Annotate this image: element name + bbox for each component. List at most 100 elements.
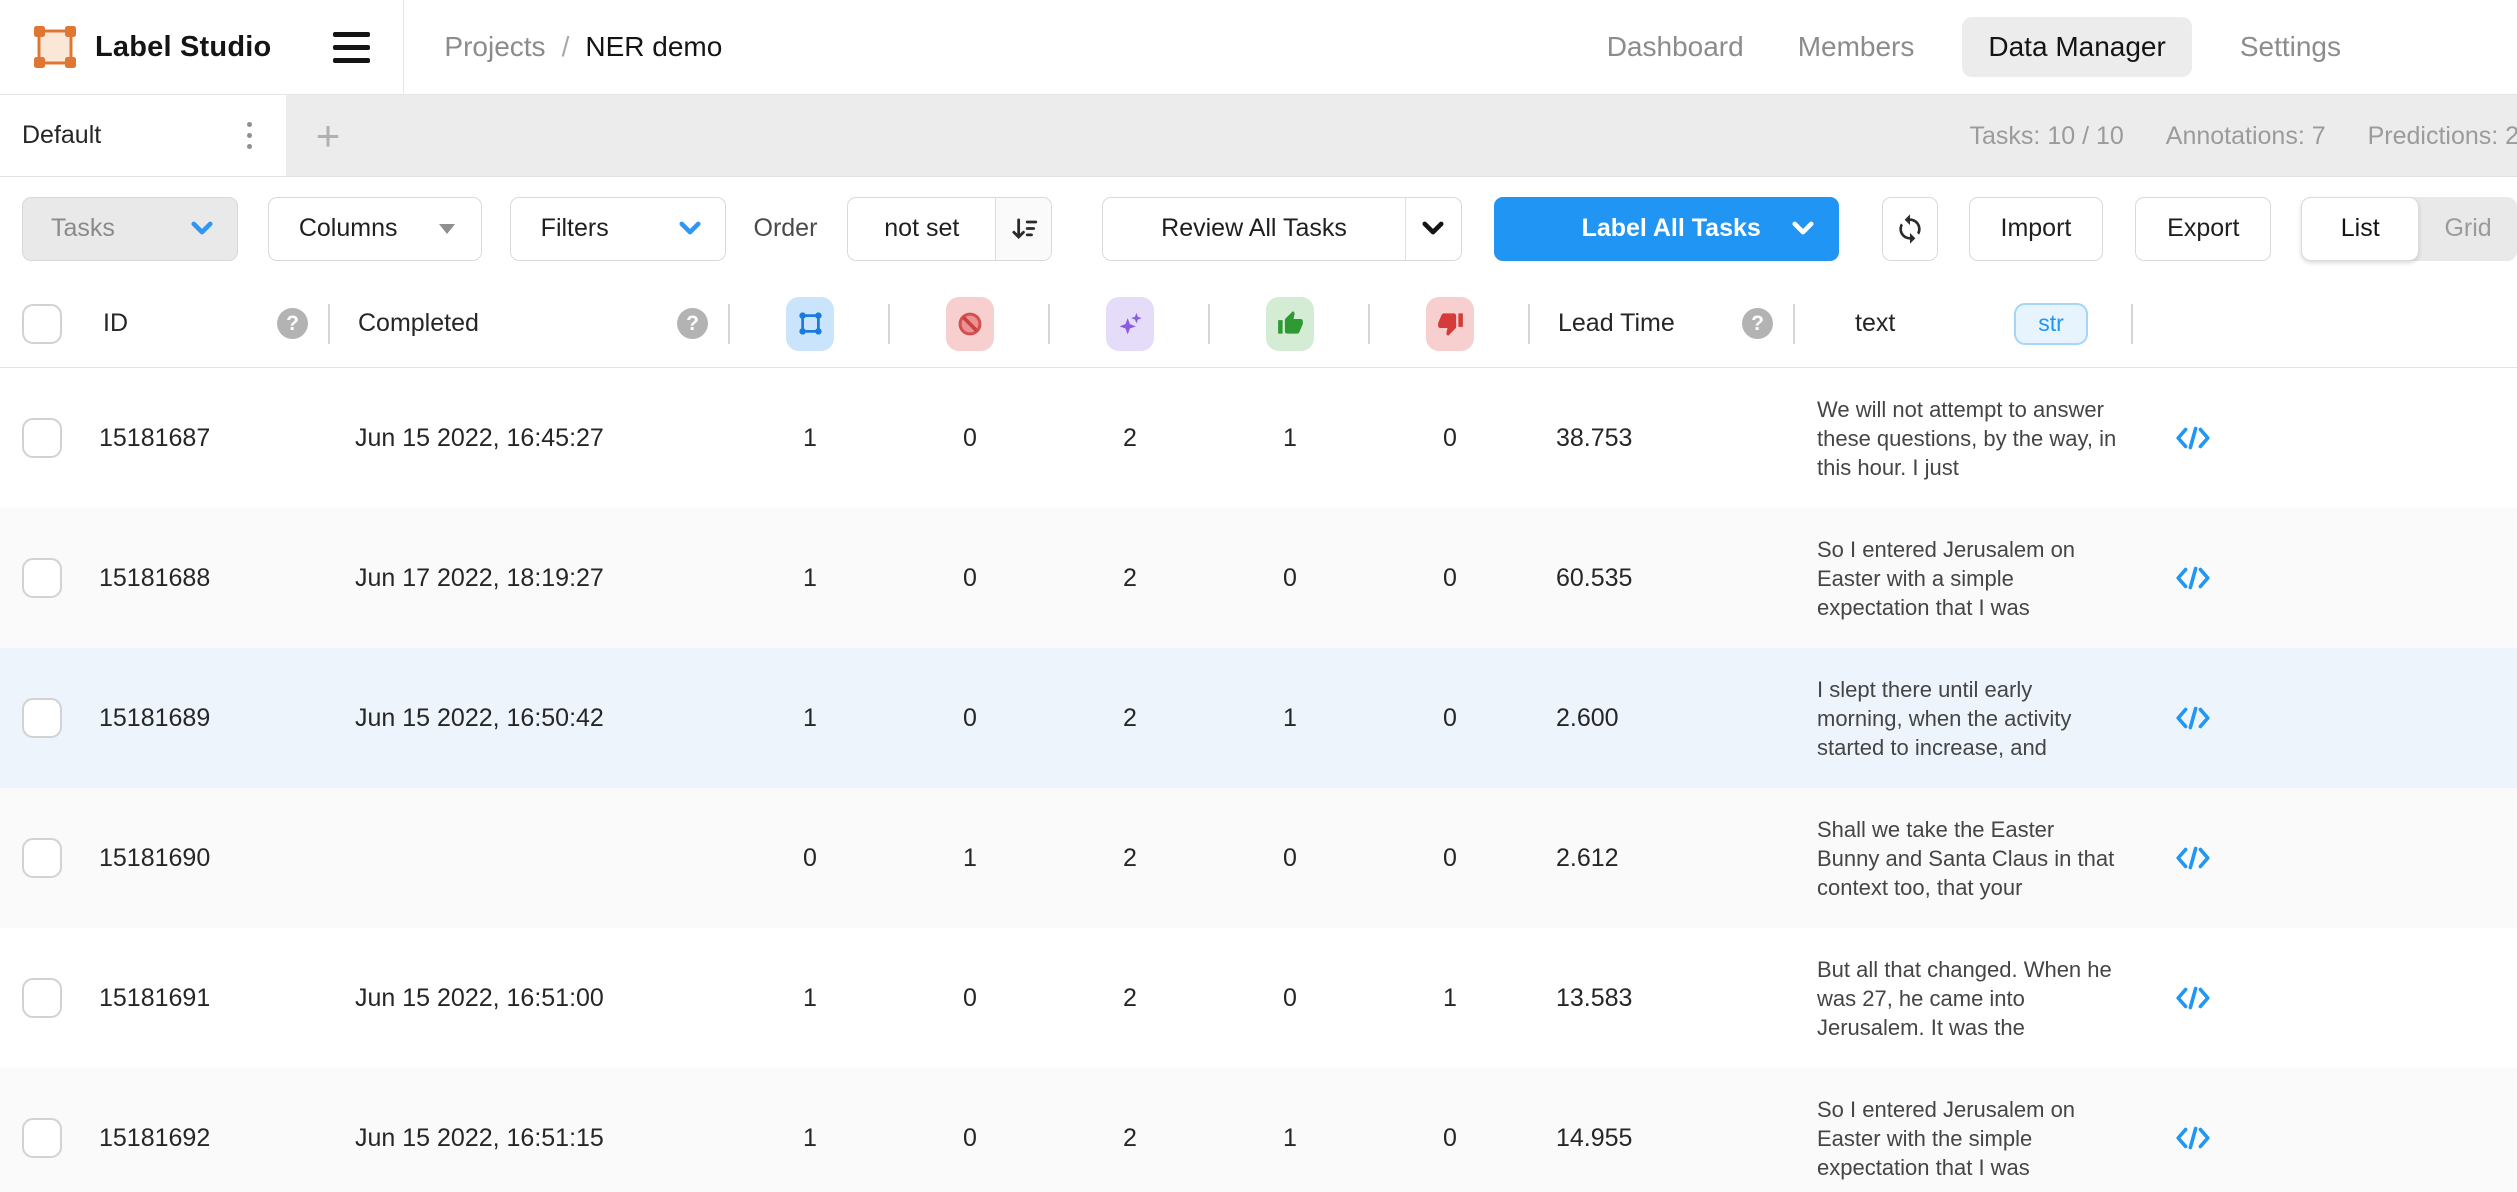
code-icon[interactable] bbox=[2175, 985, 2211, 1011]
nav-item-data-manager[interactable]: Data Manager bbox=[1962, 17, 2191, 77]
annotations-count: 1 bbox=[730, 928, 890, 1068]
breadcrumb-separator: / bbox=[562, 31, 570, 63]
view-toggle-grid[interactable]: Grid bbox=[2419, 214, 2517, 243]
predictions-count: 2 bbox=[1050, 928, 1210, 1068]
rejected-count: 0 bbox=[1370, 648, 1530, 788]
add-tab-button[interactable]: + bbox=[286, 95, 370, 176]
header-column-cancelled[interactable] bbox=[890, 280, 1050, 367]
annotations-count: 1 bbox=[730, 508, 890, 648]
tab-bar: Default + Tasks: 10 / 10 Annotations: 7 … bbox=[0, 95, 2517, 177]
task-id: 15181687 bbox=[75, 368, 330, 508]
cancelled-count: 1 bbox=[890, 788, 1050, 928]
view-toggle-list[interactable]: List bbox=[2301, 197, 2419, 261]
tasks-dropdown-button[interactable]: Tasks bbox=[22, 197, 238, 261]
sparkles-icon bbox=[1106, 297, 1154, 351]
triangle-down-icon bbox=[439, 224, 455, 234]
row-checkbox[interactable] bbox=[22, 698, 62, 738]
nav-item-members[interactable]: Members bbox=[1792, 17, 1921, 77]
select-all-checkbox[interactable] bbox=[22, 304, 62, 344]
header-column-predictions[interactable] bbox=[1050, 280, 1210, 367]
task-id: 15181691 bbox=[75, 928, 330, 1068]
label-all-tasks-button[interactable]: Label All Tasks bbox=[1494, 197, 1839, 261]
code-icon[interactable] bbox=[2175, 425, 2211, 451]
column-id-label: ID bbox=[103, 309, 128, 338]
code-icon[interactable] bbox=[2175, 845, 2211, 871]
export-label: Export bbox=[2167, 214, 2239, 243]
help-icon[interactable]: ? bbox=[277, 308, 308, 339]
chevron-down-icon bbox=[1792, 221, 1814, 236]
export-button[interactable]: Export bbox=[2135, 197, 2271, 261]
header-column-rejected[interactable] bbox=[1370, 280, 1530, 367]
text-snippet: Shall we take the Easter Bunny and Santa… bbox=[1817, 815, 2119, 902]
thumbs-down-icon bbox=[1426, 297, 1474, 351]
table-row[interactable]: 15181688 Jun 17 2022, 18:19:27 1 0 2 0 0… bbox=[0, 508, 2517, 648]
row-checkbox[interactable] bbox=[22, 418, 62, 458]
tab-default[interactable]: Default bbox=[0, 95, 286, 176]
header-select-all bbox=[0, 280, 75, 367]
columns-dropdown-button[interactable]: Columns bbox=[268, 197, 482, 261]
review-dropdown-toggle[interactable] bbox=[1405, 197, 1461, 261]
table-row[interactable]: 15181690 0 1 2 0 0 2.612 Shall we take t… bbox=[0, 788, 2517, 928]
completed-date bbox=[330, 788, 730, 928]
import-label: Import bbox=[2001, 214, 2072, 243]
lead-time-value: 2.612 bbox=[1530, 788, 1795, 928]
lead-time-value: 38.753 bbox=[1530, 368, 1795, 508]
help-icon[interactable]: ? bbox=[677, 308, 708, 339]
order-value: not set bbox=[848, 214, 995, 243]
header-divider bbox=[403, 0, 404, 95]
nav-item-dashboard[interactable]: Dashboard bbox=[1601, 17, 1750, 77]
header-column-text[interactable]: text str bbox=[1795, 280, 2133, 367]
header-column-id[interactable]: ID ? bbox=[75, 280, 330, 367]
code-icon[interactable] bbox=[2175, 705, 2211, 731]
nav-item-settings[interactable]: Settings bbox=[2234, 17, 2347, 77]
chevron-down-icon bbox=[191, 221, 213, 236]
table-row[interactable]: 15181687 Jun 15 2022, 16:45:27 1 0 2 1 0… bbox=[0, 368, 2517, 508]
code-icon[interactable] bbox=[2175, 565, 2211, 591]
row-checkbox[interactable] bbox=[22, 838, 62, 878]
breadcrumb-projects[interactable]: Projects bbox=[444, 31, 545, 63]
refresh-button[interactable] bbox=[1882, 197, 1938, 261]
header-column-lead-time[interactable]: Lead Time ? bbox=[1530, 280, 1795, 367]
no-entry-icon bbox=[946, 297, 994, 351]
sort-direction-button[interactable] bbox=[995, 197, 1051, 261]
predictions-count: 2 bbox=[1050, 1068, 1210, 1192]
order-label: Order bbox=[754, 214, 818, 243]
breadcrumb: Projects / NER demo bbox=[444, 31, 722, 63]
main-nav: Dashboard Members Data Manager Settings bbox=[1601, 17, 2347, 77]
row-checkbox[interactable] bbox=[22, 1118, 62, 1158]
filters-dropdown-button[interactable]: Filters bbox=[510, 197, 726, 261]
lead-time-value: 60.535 bbox=[1530, 508, 1795, 648]
review-all-tasks-label: Review All Tasks bbox=[1103, 214, 1405, 243]
thumbs-up-icon bbox=[1266, 297, 1314, 351]
review-all-tasks-button[interactable]: Review All Tasks bbox=[1102, 197, 1462, 261]
header-column-completed[interactable]: Completed ? bbox=[330, 280, 730, 367]
header-column-accepted[interactable] bbox=[1210, 280, 1370, 367]
accepted-count: 0 bbox=[1210, 508, 1370, 648]
sync-icon bbox=[1894, 213, 1926, 245]
cancelled-count: 0 bbox=[890, 648, 1050, 788]
table-row[interactable]: 15181692 Jun 15 2022, 16:51:15 1 0 2 1 0… bbox=[0, 1068, 2517, 1192]
brand-title: Label Studio bbox=[95, 31, 271, 64]
help-icon[interactable]: ? bbox=[1742, 308, 1773, 339]
text-snippet: So I entered Jerusalem on Easter with a … bbox=[1817, 535, 2119, 622]
tab-label: Default bbox=[22, 121, 101, 150]
string-type-badge: str bbox=[2014, 303, 2088, 345]
row-checkbox[interactable] bbox=[22, 558, 62, 598]
row-checkbox[interactable] bbox=[22, 978, 62, 1018]
accepted-count: 1 bbox=[1210, 648, 1370, 788]
column-completed-label: Completed bbox=[358, 309, 479, 338]
table-row[interactable]: 15181691 Jun 15 2022, 16:51:00 1 0 2 0 1… bbox=[0, 928, 2517, 1068]
code-icon[interactable] bbox=[2175, 1125, 2211, 1151]
hamburger-menu-icon[interactable] bbox=[333, 32, 370, 63]
completed-date: Jun 15 2022, 16:50:42 bbox=[330, 648, 730, 788]
annotations-count: 1 bbox=[730, 368, 890, 508]
rejected-count: 1 bbox=[1370, 928, 1530, 1068]
tab-stats: Tasks: 10 / 10 Annotations: 7 Prediction… bbox=[1970, 95, 2517, 177]
import-button[interactable]: Import bbox=[1969, 197, 2104, 261]
app-header: Label Studio Projects / NER demo Dashboa… bbox=[0, 0, 2517, 95]
kebab-menu-icon[interactable] bbox=[239, 118, 260, 153]
header-column-annotations[interactable] bbox=[730, 280, 890, 367]
order-button[interactable]: not set bbox=[847, 197, 1052, 261]
table-row[interactable]: 15181689 Jun 15 2022, 16:50:42 1 0 2 1 0… bbox=[0, 648, 2517, 788]
task-id: 15181690 bbox=[75, 788, 330, 928]
